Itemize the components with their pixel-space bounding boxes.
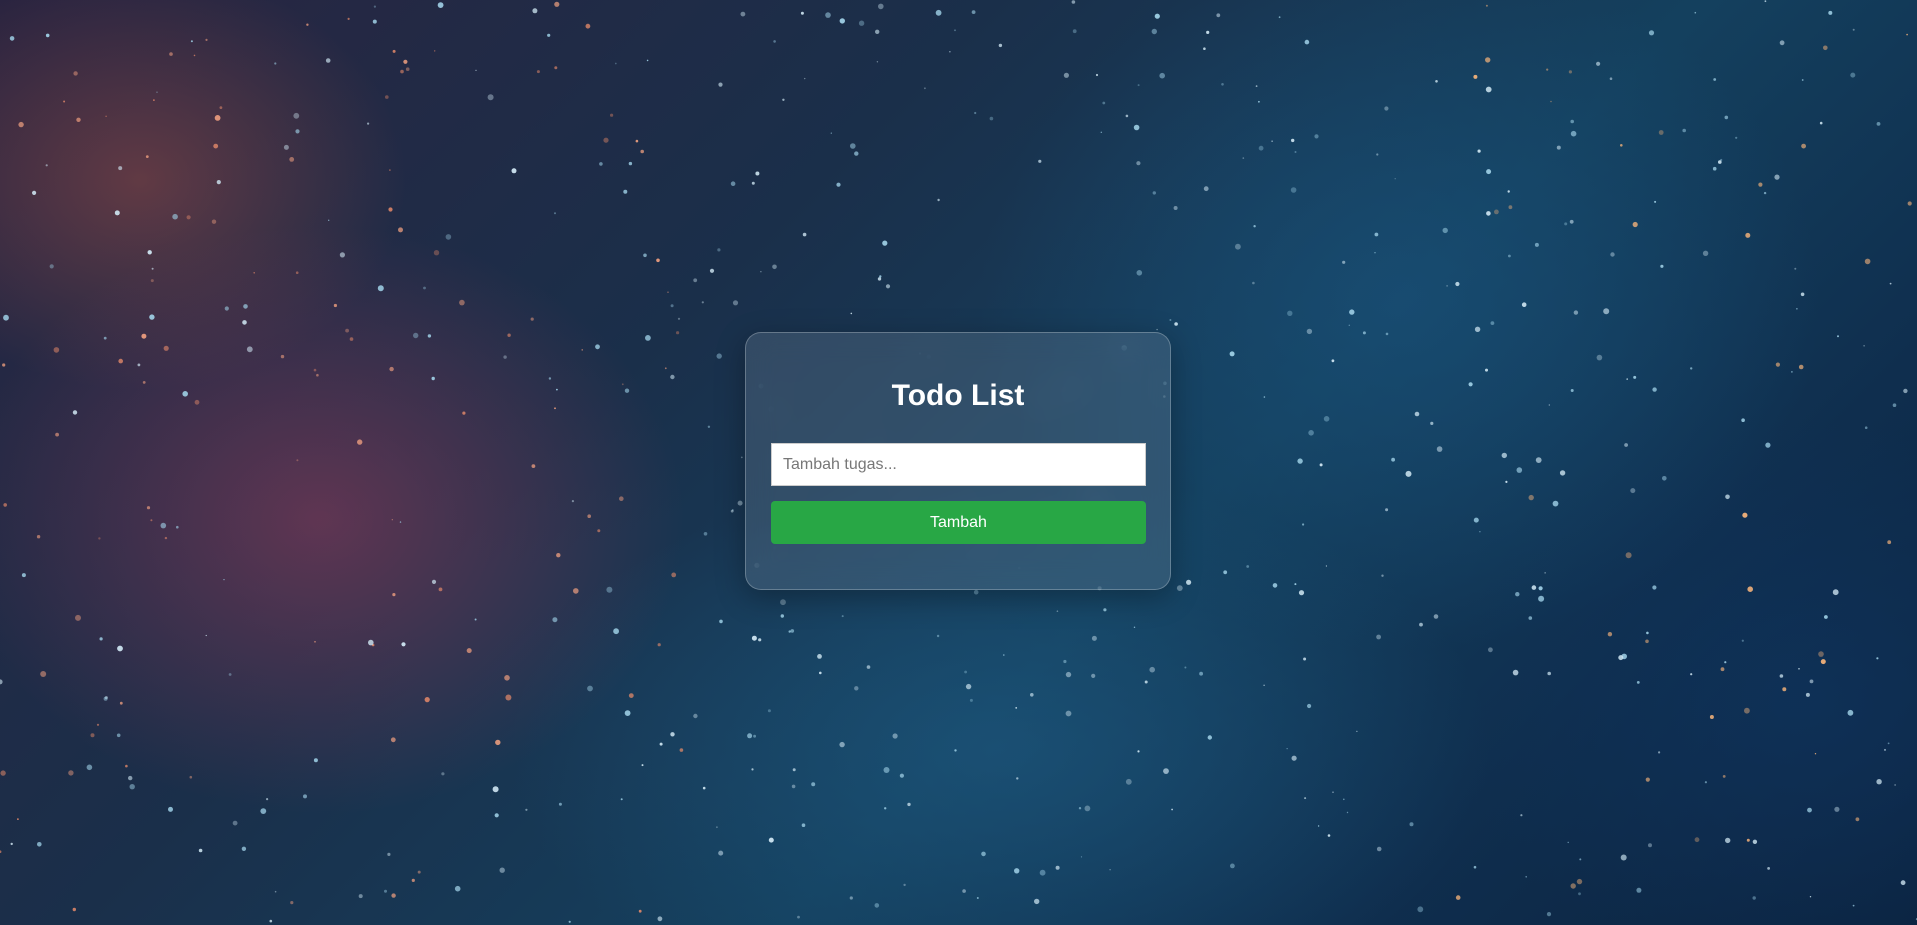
todo-card: Todo List Tambah bbox=[745, 332, 1171, 590]
add-task-button[interactable]: Tambah bbox=[771, 501, 1146, 544]
task-input[interactable] bbox=[771, 443, 1146, 486]
page-title: Todo List bbox=[891, 379, 1025, 412]
